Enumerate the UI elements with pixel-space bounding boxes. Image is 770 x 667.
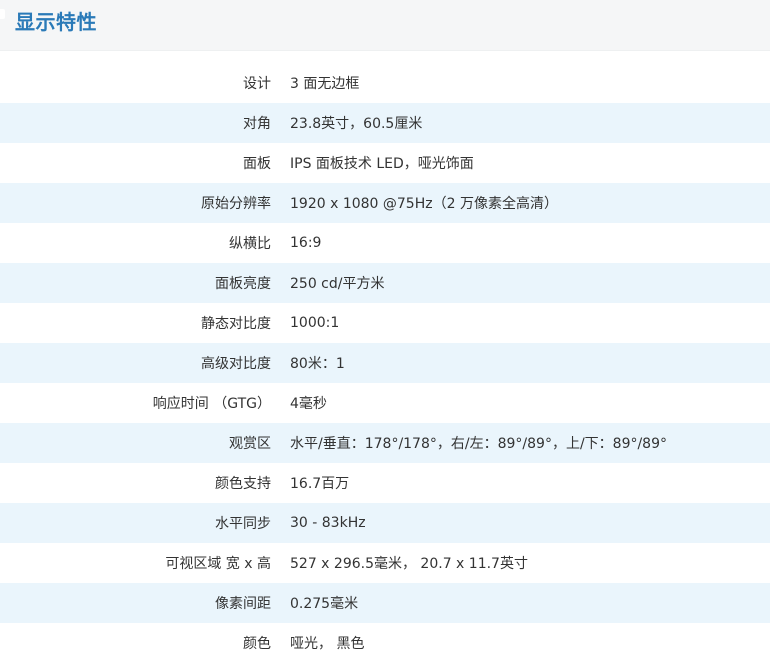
spec-label: 像素间距 bbox=[215, 596, 271, 612]
spec-row-design: 设计 3 面无边框 bbox=[0, 63, 770, 103]
spec-row-advanced-contrast: 高级对比度 80米：1 bbox=[0, 343, 770, 383]
header-marker bbox=[0, 9, 5, 19]
spec-row-aspect-ratio: 纵横比 16:9 bbox=[0, 223, 770, 263]
spec-value: 1920 x 1080 @75Hz（2 万像素全高清） bbox=[290, 196, 558, 212]
spec-row-brightness: 面板亮度 250 cd/平方米 bbox=[0, 263, 770, 303]
spec-value: 80米：1 bbox=[290, 356, 345, 372]
spec-value: 16:9 bbox=[290, 235, 322, 251]
spec-row-color-support: 颜色支持 16.7百万 bbox=[0, 463, 770, 503]
section-title: 显示特性 bbox=[15, 10, 97, 34]
spec-label: 设计 bbox=[243, 76, 271, 92]
spec-label: 水平同步 bbox=[215, 516, 271, 532]
spec-value: 4毫秒 bbox=[290, 396, 327, 412]
spec-label: 原始分辨率 bbox=[201, 196, 271, 212]
spec-value: 哑光， 黑色 bbox=[290, 636, 365, 652]
spec-label: 颜色 bbox=[243, 636, 271, 652]
spec-label: 面板 bbox=[243, 156, 271, 172]
spec-row-static-contrast: 静态对比度 1000:1 bbox=[0, 303, 770, 343]
spec-label: 颜色支持 bbox=[215, 476, 271, 492]
spec-label: 对角 bbox=[243, 116, 271, 132]
spec-row-native-resolution: 原始分辨率 1920 x 1080 @75Hz（2 万像素全高清） bbox=[0, 183, 770, 223]
spec-value: 16.7百万 bbox=[290, 476, 350, 492]
spec-value: 0.275毫米 bbox=[290, 596, 359, 612]
spec-label: 纵横比 bbox=[229, 236, 271, 252]
spec-label: 观赏区 bbox=[229, 436, 271, 452]
spec-value: 水平/垂直：178°/178°，右/左：89°/89°，上/下：89°/89° bbox=[290, 436, 668, 452]
spec-value: 1000:1 bbox=[290, 315, 340, 331]
spec-table: 设计 3 面无边框 对角 23.8英寸，60.5厘米 面板 IPS 面板技术 L… bbox=[0, 63, 770, 663]
spec-value: 30 - 83kHz bbox=[290, 515, 366, 531]
spec-row-color: 颜色 哑光， 黑色 bbox=[0, 623, 770, 663]
spec-row-response-time: 响应时间 （GTG） 4毫秒 bbox=[0, 383, 770, 423]
spec-value: 527 x 296.5毫米， 20.7 x 11.7英寸 bbox=[290, 556, 528, 572]
spec-row-horizontal-sync: 水平同步 30 - 83kHz bbox=[0, 503, 770, 543]
spec-row-panel: 面板 IPS 面板技术 LED，哑光饰面 bbox=[0, 143, 770, 183]
spec-label: 面板亮度 bbox=[215, 276, 271, 292]
spec-label: 响应时间 （GTG） bbox=[152, 396, 271, 412]
spec-row-diagonal: 对角 23.8英寸，60.5厘米 bbox=[0, 103, 770, 143]
spec-value: 23.8英寸，60.5厘米 bbox=[290, 116, 423, 132]
section-header: 显示特性 bbox=[0, 0, 770, 51]
spec-row-viewable-area: 可视区域 宽 x 高 527 x 296.5毫米， 20.7 x 11.7英寸 bbox=[0, 543, 770, 583]
spec-label: 静态对比度 bbox=[201, 316, 271, 332]
spec-label: 可视区域 宽 x 高 bbox=[165, 556, 271, 572]
spec-label: 高级对比度 bbox=[201, 356, 271, 372]
spec-row-pixel-pitch: 像素间距 0.275毫米 bbox=[0, 583, 770, 623]
spec-value: 3 面无边框 bbox=[290, 76, 360, 92]
spec-value: 250 cd/平方米 bbox=[290, 276, 385, 292]
spec-value: IPS 面板技术 LED，哑光饰面 bbox=[290, 156, 474, 172]
spec-row-viewing-angle: 观赏区 水平/垂直：178°/178°，右/左：89°/89°，上/下：89°/… bbox=[0, 423, 770, 463]
